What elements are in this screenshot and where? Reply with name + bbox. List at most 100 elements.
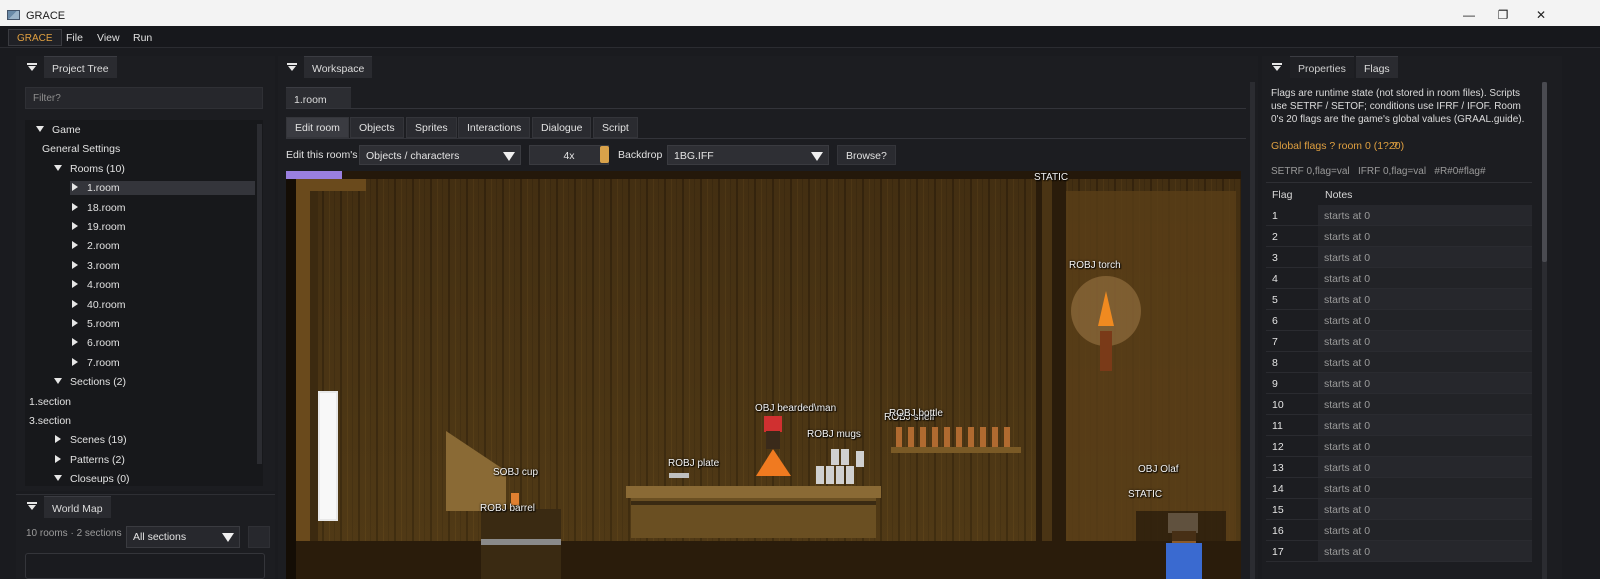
flag-note-cell[interactable]: starts at 0 [1318,226,1532,246]
tab-dialogue[interactable]: Dialogue [532,117,592,138]
tab-project-tree[interactable]: Project Tree [44,56,117,78]
tab-workspace[interactable]: Workspace [304,56,373,78]
flag-note-cell[interactable]: starts at 0 [1318,331,1532,351]
tree-item[interactable]: Game [25,123,257,137]
object-tag-bottle[interactable]: ROBJ bottle [889,408,943,419]
chevron-right-icon[interactable] [72,222,78,230]
table-row[interactable]: 7 starts at 0 [1266,331,1532,352]
tab-sprites[interactable]: Sprites [406,117,457,138]
object-tag-static-bottom[interactable]: STATIC [1128,489,1162,500]
chevron-right-icon[interactable] [72,241,78,250]
table-row[interactable]: 3 starts at 0 [1266,247,1532,268]
table-row[interactable]: 14 starts at 0 [1266,478,1532,499]
flag-note-cell[interactable]: starts at 0 [1318,268,1532,288]
panel-menu-icon[interactable] [287,63,297,71]
table-row[interactable]: 8 starts at 0 [1266,352,1532,373]
chevron-right-icon[interactable] [72,338,78,347]
chevron-down-icon[interactable] [36,126,44,132]
flag-note-cell[interactable]: starts at 0 [1318,205,1532,225]
flag-note-cell[interactable]: starts at 0 [1318,436,1532,456]
object-tag-barrel[interactable]: ROBJ barrel [480,503,535,514]
tree-item[interactable]: 19.room [25,220,257,234]
flags-scrollbar[interactable] [1542,82,1547,579]
object-tag-cup[interactable]: SOBJ cup [493,467,538,478]
table-row[interactable]: 5 starts at 0 [1266,289,1532,310]
chevron-right-icon[interactable] [72,280,78,289]
table-row[interactable]: 17 starts at 0 [1266,541,1532,562]
flag-note-cell[interactable]: starts at 0 [1318,373,1532,393]
zoom-field[interactable]: 4x [529,145,609,165]
section-select[interactable]: All sections [126,526,240,548]
tree-item[interactable]: Patterns (2) [25,453,257,467]
menu-file[interactable]: File [66,32,83,44]
chevron-right-icon[interactable] [72,183,78,192]
chevron-right-icon[interactable] [72,260,78,269]
chevron-down-icon[interactable] [54,475,62,482]
tab-edit-room[interactable]: Edit room [286,117,349,138]
edit-mode-select[interactable]: Objects / characters [359,145,521,165]
flag-note-cell[interactable]: starts at 0 [1318,289,1532,309]
chevron-down-icon[interactable] [54,164,62,171]
tree-item[interactable]: 2.room [25,239,257,253]
tree-item[interactable]: 7.room [25,356,257,370]
table-row[interactable]: 15 starts at 0 [1266,499,1532,520]
chevron-right-icon[interactable] [72,357,78,366]
room-canvas[interactable]: STATIC ROBJ torch OBJ bearded\man ROBJ m… [286,171,1241,579]
object-tag-plate[interactable]: ROBJ plate [668,458,719,469]
chevron-right-icon[interactable] [55,435,61,444]
zoom-slider-handle[interactable] [600,146,609,163]
table-row[interactable]: 6 starts at 0 [1266,310,1532,331]
chevron-down-icon[interactable] [54,378,62,385]
object-tag-bearded-man[interactable]: OBJ bearded\man [755,403,836,414]
flag-note-cell[interactable]: starts at 0 [1318,415,1532,435]
flag-note-cell[interactable]: starts at 0 [1318,520,1532,540]
backdrop-select[interactable]: 1BG.IFF [667,145,829,165]
tree-item[interactable]: Sections (2) [25,375,257,389]
flag-note-cell[interactable]: starts at 0 [1318,394,1532,414]
flag-note-cell[interactable]: starts at 0 [1318,541,1532,561]
table-row[interactable]: 9 starts at 0 [1266,373,1532,394]
chevron-right-icon[interactable] [72,202,78,211]
table-row[interactable]: 12 starts at 0 [1266,436,1532,457]
table-row[interactable]: 16 starts at 0 [1266,520,1532,541]
tree-item[interactable]: 40.room [25,298,257,312]
tree-item[interactable]: Scenes (19) [25,433,257,447]
chevron-right-icon[interactable] [72,319,78,327]
flag-note-cell[interactable]: starts at 0 [1318,352,1532,372]
menu-view[interactable]: View [97,32,120,44]
tab-world-map[interactable]: World Map [44,496,111,518]
menu-run[interactable]: Run [133,32,152,44]
tree-item[interactable]: 1.section [25,395,257,409]
tree-item[interactable]: 18.room [25,201,257,215]
tree-item[interactable]: 3.room [25,259,257,273]
tree-item[interactable]: Rooms (10) [25,162,257,176]
table-row[interactable]: 4 starts at 0 [1266,268,1532,289]
flag-note-cell[interactable]: starts at 0 [1318,457,1532,477]
tab-flags[interactable]: Flags [1356,56,1398,78]
tab-objects[interactable]: Objects [350,117,404,138]
object-tag-olaf[interactable]: OBJ Olaf [1138,464,1179,475]
tab-script[interactable]: Script [593,117,638,138]
table-row[interactable]: 1 starts at 0 [1266,205,1532,226]
tree-item[interactable]: 6.room [25,336,257,350]
browse-button[interactable]: Browse? [837,145,896,165]
flag-note-cell[interactable]: starts at 0 [1318,310,1532,330]
tree-item[interactable]: General Settings [25,142,257,156]
chevron-right-icon[interactable] [55,454,61,463]
panel-menu-icon[interactable] [27,502,37,510]
table-row[interactable]: 13 starts at 0 [1266,457,1532,478]
flags-scrollbar-thumb[interactable] [1542,82,1547,262]
object-tag-mugs[interactable]: ROBJ mugs [807,429,861,440]
object-tag-torch[interactable]: ROBJ torch [1069,260,1121,271]
table-row[interactable]: 2 starts at 0 [1266,226,1532,247]
panel-menu-icon[interactable] [27,63,37,71]
workspace-scrollbar[interactable] [1250,82,1255,579]
tab-interactions[interactable]: Interactions [458,117,531,138]
flag-note-cell[interactable]: starts at 0 [1318,499,1532,519]
flag-note-cell[interactable]: starts at 0 [1318,478,1532,498]
world-map-action-button[interactable] [248,526,270,548]
tree-item[interactable]: 1.room [70,181,255,196]
tree-scrollbar[interactable] [257,124,262,464]
object-tag-static-top[interactable]: STATIC [1034,172,1068,183]
close-button[interactable]: ✕ [1518,4,1564,26]
